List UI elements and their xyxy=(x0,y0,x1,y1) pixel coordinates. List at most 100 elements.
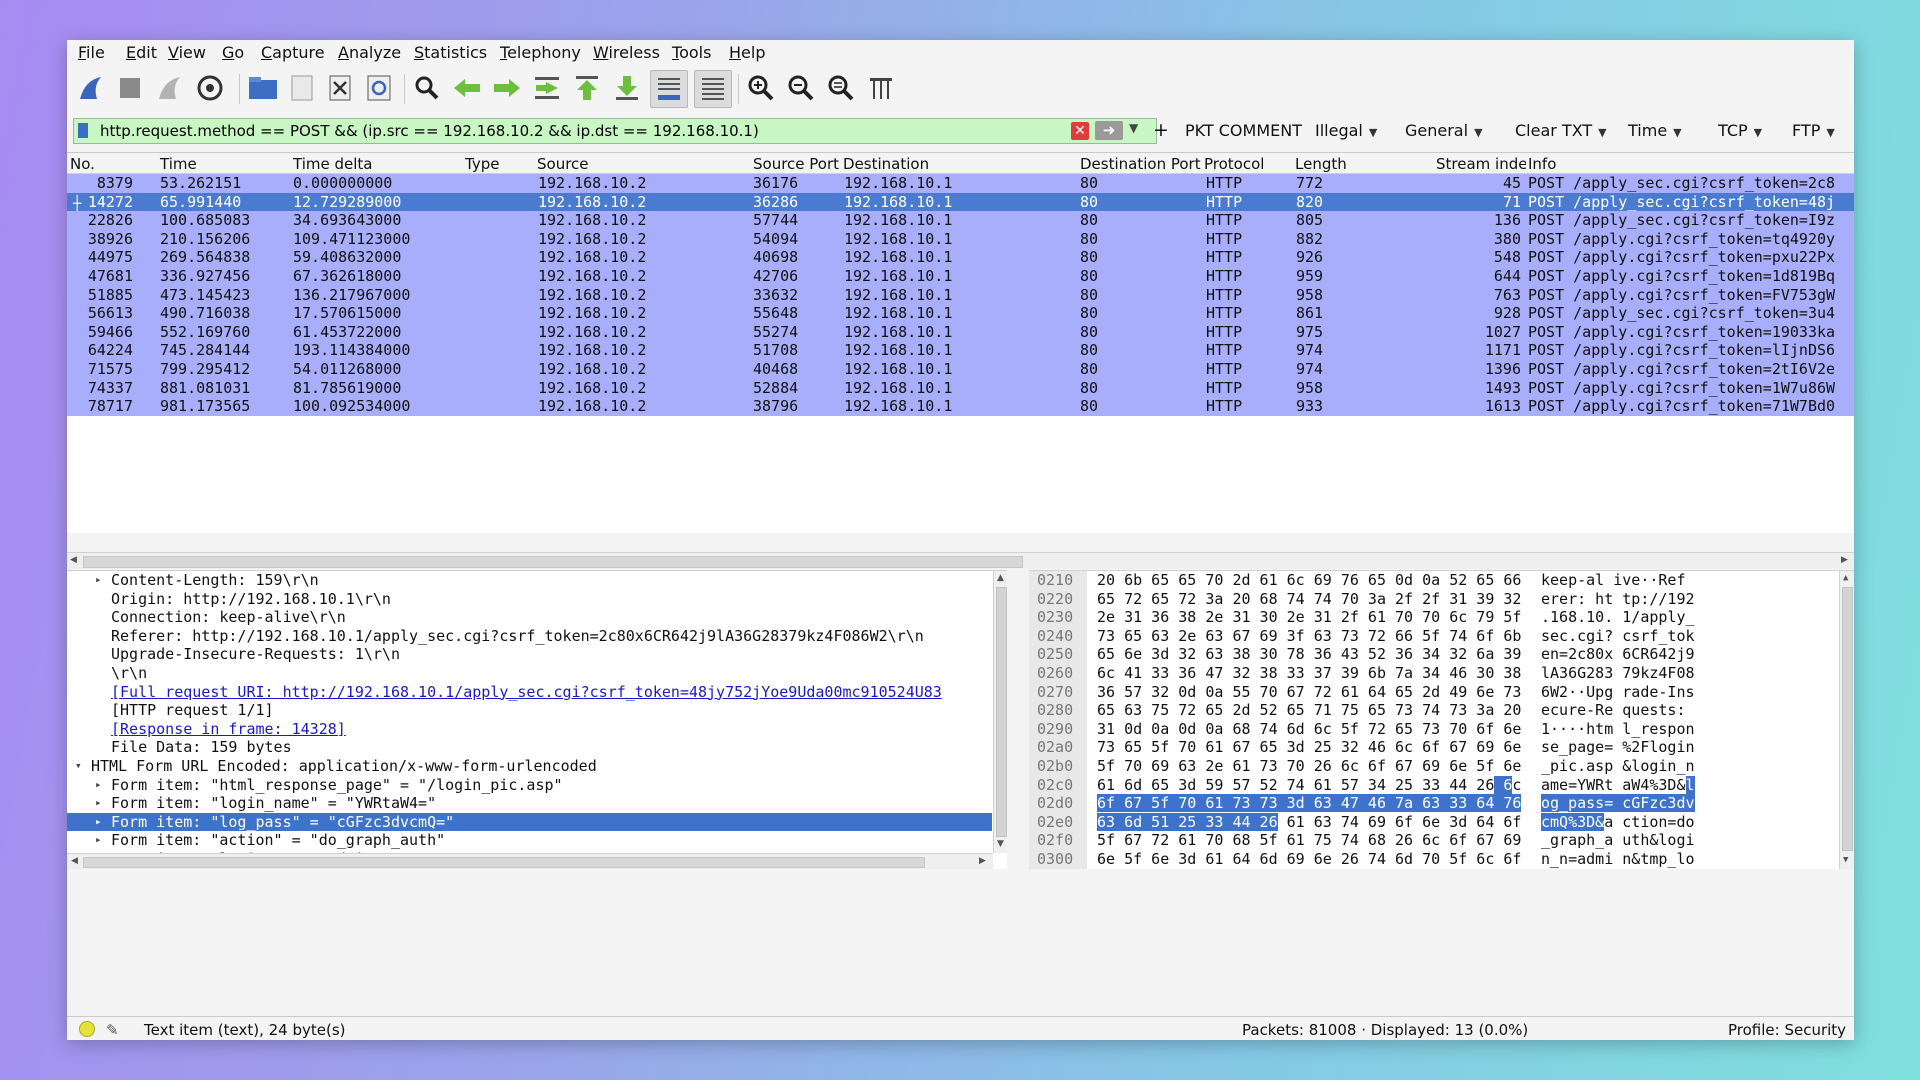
packet-row[interactable]: 78717 981.173565 100.092534000 192.168.10.2… xyxy=(67,397,1854,416)
menu-file[interactable]: File xyxy=(78,43,105,62)
byte-row[interactable]: 0220 65 72 65 72 3a 20 68 74 74 70 3a 2f … xyxy=(1029,590,1839,609)
reload-file-icon[interactable] xyxy=(363,72,395,104)
filter-history-chevron-down-icon[interactable]: ▼ xyxy=(1129,121,1138,135)
normal-size-icon[interactable] xyxy=(825,72,857,104)
menu-go[interactable]: Go xyxy=(222,43,244,62)
menu-view[interactable]: View xyxy=(168,43,206,62)
packet-row[interactable]: 59466 552.169760 61.453722000 192.168.10.2 5… xyxy=(67,322,1854,342)
filter-button-illegal[interactable]: Illegal ▼ xyxy=(1315,121,1377,140)
col-destination[interactable]: Destination xyxy=(843,155,929,173)
expert-info-led-icon[interactable] xyxy=(79,1021,95,1037)
filter-button-time[interactable]: Time ▼ xyxy=(1628,121,1682,140)
open-folder-icon[interactable] xyxy=(247,72,279,104)
byte-row[interactable]: 02d0 6f 67 5f 70 61 73 73 3d 63 47 46 7a … xyxy=(1029,794,1839,813)
packet-row[interactable]: 51885 473.145423 136.217967000 192.168.10.2… xyxy=(67,285,1854,305)
byte-row[interactable]: 02a0 73 65 5f 70 61 67 65 3d 25 32 46 6c … xyxy=(1029,738,1839,757)
col-protocol[interactable]: Protocol xyxy=(1204,155,1264,173)
detail-tree-item[interactable]: ▸ Form item: "action" = "do_graph_auth" xyxy=(67,831,992,850)
scrollbar-thumb[interactable] xyxy=(996,587,1007,837)
expand-down-arrow-icon[interactable]: ▾ xyxy=(75,757,82,776)
scroll-up-arrow-icon[interactable]: ▲ xyxy=(1843,573,1848,583)
detail-tree-item[interactable]: [Response in frame: 14328] xyxy=(67,720,992,739)
clear-filter-icon[interactable]: ✕ xyxy=(1071,122,1089,140)
byte-row[interactable]: 02e0 63 6d 51 25 33 44 26 61 63 74 69 6f … xyxy=(1029,812,1839,832)
filter-button-pkt-comment[interactable]: PKT COMMENT xyxy=(1185,121,1302,140)
packet-row[interactable]: 56613 490.716038 17.570615000 192.168.10.2 5… xyxy=(67,304,1854,323)
details-horizontal-scrollbar[interactable]: ◀ ▶ xyxy=(67,853,993,869)
colorize-icon[interactable] xyxy=(694,70,732,108)
packet-row[interactable]: ┼ 14272 65.991440 12.729289000 192.168.10.2 3… xyxy=(67,192,1854,212)
expand-right-arrow-icon[interactable]: ▸ xyxy=(95,571,102,590)
packet-row[interactable]: 47681 336.927456 67.362618000 192.168.10.2 4… xyxy=(67,267,1854,286)
filter-button-clear-txt[interactable]: Clear TXT ▼ xyxy=(1515,121,1607,140)
filter-button-tcp[interactable]: TCP ▼ xyxy=(1718,121,1762,140)
packet-list-horizontal-scrollbar[interactable]: ◀ ▶ xyxy=(67,552,1854,569)
edit-comment-pencil-icon[interactable]: ✎ xyxy=(106,1021,119,1039)
packet-row[interactable]: 74337 881.081031 81.785619000 192.168.10.2 5… xyxy=(67,378,1854,398)
byte-row[interactable]: 0290 31 0d 0a 0d 0a 68 74 6d 6c 5f 72 65 … xyxy=(1029,720,1839,739)
go-back-arrow-icon[interactable] xyxy=(451,72,483,104)
scrollbar-thumb[interactable] xyxy=(83,857,925,868)
menu-edit[interactable]: Edit xyxy=(126,43,157,62)
detail-tree-item[interactable]: ▸ Content-Length: 159\r\n xyxy=(67,571,992,590)
details-vertical-scrollbar[interactable]: ▲ ▼ xyxy=(993,571,1007,853)
menu-tools[interactable]: Tools xyxy=(672,43,711,62)
expand-right-arrow-icon[interactable]: ▸ xyxy=(95,794,102,813)
resize-columns-icon[interactable] xyxy=(865,72,897,104)
detail-tree-item[interactable]: [Full request URI: http://192.168.10.1/a… xyxy=(67,683,992,702)
col-time-delta[interactable]: Time delta xyxy=(293,155,372,173)
stop-square-icon[interactable] xyxy=(114,72,146,104)
expand-right-arrow-icon[interactable]: ▸ xyxy=(95,776,102,795)
autoscroll-icon[interactable] xyxy=(650,70,688,108)
col-info[interactable]: Info xyxy=(1528,155,1556,173)
byte-row[interactable]: 0280 65 63 75 72 65 2d 52 65 71 75 65 73 … xyxy=(1029,701,1839,720)
byte-row[interactable]: 02b0 5f 70 69 63 2e 61 73 70 26 6c 6f 67 … xyxy=(1029,757,1839,776)
col-no[interactable]: No. xyxy=(70,155,95,173)
status-profile[interactable]: Profile: Security xyxy=(1728,1021,1846,1039)
apply-filter-arrow-icon[interactable]: ➜ xyxy=(1095,121,1123,140)
packet-details-tree[interactable]: ▸ Content-Length: 159\r\n Origin: http://1… xyxy=(67,570,1007,869)
display-filter-input[interactable] xyxy=(73,118,1157,144)
capture-options-gear-icon[interactable] xyxy=(194,72,226,104)
last-packet-icon[interactable] xyxy=(611,72,643,104)
col-stream-index[interactable]: Stream inde xyxy=(1436,155,1526,173)
scroll-down-arrow-icon[interactable]: ▼ xyxy=(997,839,1004,849)
detail-tree-item[interactable]: ▾ HTML Form URL Encoded: application/x-ww… xyxy=(67,757,992,776)
packet-bytes-pane[interactable]: 0210 20 6b 65 65 70 2d 61 6c 69 76 65 0d … xyxy=(1029,570,1854,869)
byte-row[interactable]: 02c0 61 6d 65 3d 59 57 52 74 61 57 34 25 … xyxy=(1029,775,1839,795)
packet-row[interactable]: 8379 53.262151 0.000000000 192.168.10.2 3617… xyxy=(67,174,1854,193)
col-time[interactable]: Time xyxy=(160,155,197,173)
close-file-icon[interactable] xyxy=(324,72,356,104)
detail-tree-item[interactable]: ▸ Form item: "html_response_page" = "/log… xyxy=(67,776,992,795)
filter-button-ftp[interactable]: FTP ▼ xyxy=(1792,121,1835,140)
byte-row[interactable]: 02f0 5f 67 72 61 70 68 5f 61 75 74 68 26 … xyxy=(1029,831,1839,850)
col-source[interactable]: Source xyxy=(537,155,589,173)
menu-help[interactable]: Help xyxy=(729,43,765,62)
filter-button-general[interactable]: General ▼ xyxy=(1405,121,1483,140)
first-packet-icon[interactable] xyxy=(571,72,603,104)
col-length[interactable]: Length xyxy=(1295,155,1347,173)
detail-tree-item[interactable]: File Data: 159 bytes xyxy=(67,738,992,757)
find-magnifier-icon[interactable] xyxy=(411,72,443,104)
detail-tree-item[interactable]: Origin: http://192.168.10.1\r\n xyxy=(67,590,992,609)
packet-row[interactable]: 44975 269.564838 59.408632000 192.168.10.2 4… xyxy=(67,248,1854,267)
menu-wireless[interactable]: Wireless xyxy=(593,43,660,62)
go-to-packet-icon[interactable] xyxy=(531,72,563,104)
expand-right-arrow-icon[interactable]: ▸ xyxy=(95,813,102,832)
byte-row[interactable]: 0250 65 6e 3d 32 63 38 30 78 36 43 52 36 … xyxy=(1029,645,1839,664)
scroll-left-arrow-icon[interactable]: ◀ xyxy=(70,555,77,565)
go-forward-arrow-icon[interactable] xyxy=(491,72,523,104)
col-destination-port[interactable]: Destination Port xyxy=(1080,155,1201,173)
detail-tree-item[interactable]: Upgrade-Insecure-Requests: 1\r\n xyxy=(67,645,992,664)
byte-row[interactable]: 0240 73 65 63 2e 63 67 69 3f 63 73 72 66 … xyxy=(1029,627,1839,646)
add-filter-button[interactable]: + xyxy=(1153,119,1169,141)
detail-tree-item[interactable]: ▸ Form item: "log_pass" = "cGFzc3dvcmQ=" xyxy=(67,812,992,832)
shark-fin-start-icon[interactable] xyxy=(75,72,107,104)
scroll-left-arrow-icon[interactable]: ◀ xyxy=(71,856,78,866)
byte-row[interactable]: 0300 6e 5f 6e 3d 61 64 6d 69 6e 26 74 6d … xyxy=(1029,850,1839,869)
col-source-port[interactable]: Source Port xyxy=(753,155,839,173)
expand-right-arrow-icon[interactable]: ▸ xyxy=(95,831,102,850)
zoom-in-icon[interactable] xyxy=(745,72,777,104)
col-type[interactable]: Type xyxy=(465,155,499,173)
menu-statistics[interactable]: Statistics xyxy=(414,43,487,62)
